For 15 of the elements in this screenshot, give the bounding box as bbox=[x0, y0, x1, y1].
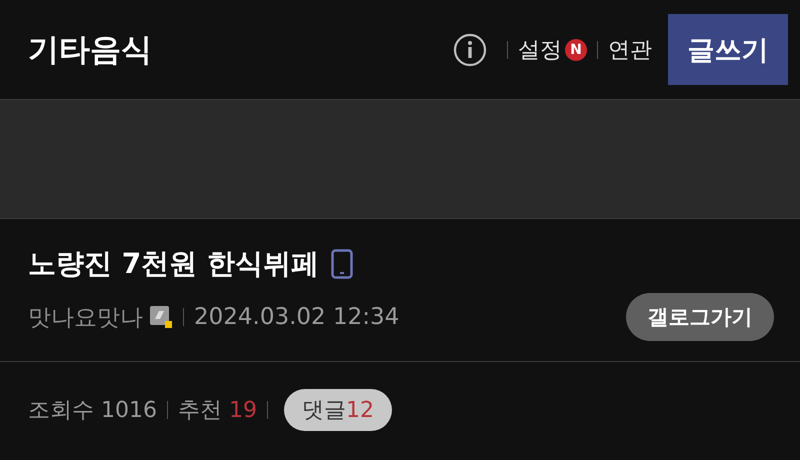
post-date: 2024.03.02 12:34 bbox=[194, 304, 400, 330]
related-link[interactable]: 연관 bbox=[608, 34, 652, 64]
member-level-icon bbox=[149, 305, 173, 329]
recommend-count: 추천 19 bbox=[178, 397, 257, 425]
board-title: 기타음식 bbox=[28, 30, 152, 70]
new-badge: N bbox=[565, 38, 587, 60]
write-button[interactable]: 글쓰기 bbox=[668, 14, 788, 85]
phone-icon bbox=[330, 249, 353, 279]
comments-button[interactable]: 댓글12 bbox=[284, 389, 392, 431]
gallog-button[interactable]: 갤로그가기 bbox=[626, 293, 774, 341]
settings-link[interactable]: 설정 bbox=[518, 34, 562, 64]
info-icon[interactable] bbox=[453, 32, 487, 66]
author-name[interactable]: 맛나요맛나 bbox=[28, 302, 143, 332]
post-title: 노량진 7천원 한식뷔페 bbox=[28, 246, 319, 282]
views-count: 조회수 1016 bbox=[28, 397, 157, 425]
